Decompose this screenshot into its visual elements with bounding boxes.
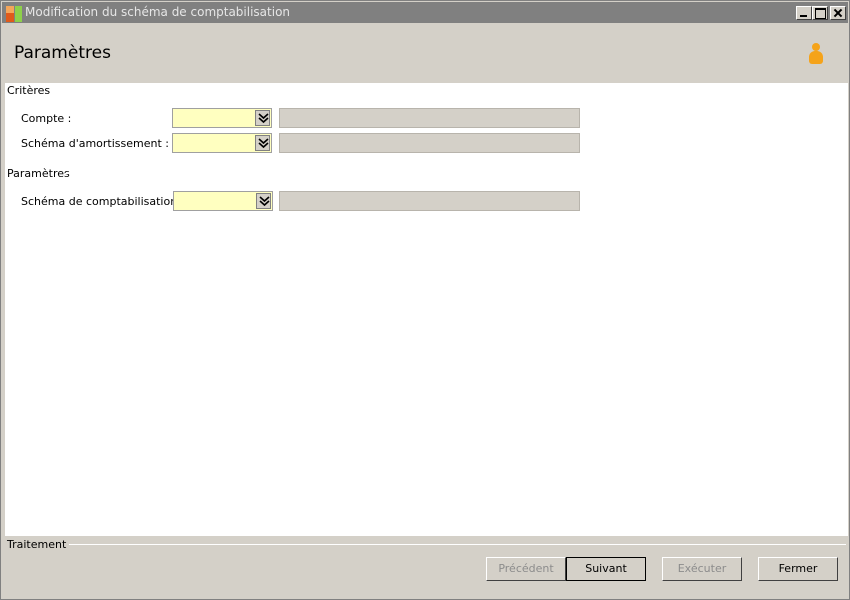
schema-comptabilisation-dropdown-button[interactable] xyxy=(256,193,271,209)
schema-amortissement-combo[interactable] xyxy=(172,133,272,153)
title-bar[interactable]: Modification du schéma de comptabilisati… xyxy=(2,2,848,23)
double-chevron-down-icon xyxy=(258,113,269,124)
schema-comptabilisation-description xyxy=(279,191,580,211)
minimize-button[interactable] xyxy=(796,6,812,20)
parameters-group-title: Paramètres xyxy=(7,167,73,180)
compte-label: Compte : xyxy=(21,112,72,125)
criteria-group-divider xyxy=(51,90,846,91)
schema-amortissement-dropdown-button[interactable] xyxy=(255,135,270,151)
user-icon xyxy=(808,43,824,65)
window-title: Modification du schéma de comptabilisati… xyxy=(25,5,291,19)
footer-panel: Traitement Précédent Suivant Exécuter Fe… xyxy=(2,536,848,599)
content-panel: Critères Compte : Schéma d'amortissement… xyxy=(5,83,848,536)
app-icon xyxy=(6,6,22,22)
close-button[interactable] xyxy=(830,6,846,20)
footer-group-divider xyxy=(62,544,846,545)
compte-dropdown-button[interactable] xyxy=(255,110,270,126)
compte-combo[interactable] xyxy=(172,108,272,128)
schema-amortissement-description xyxy=(279,133,580,153)
execute-button[interactable]: Exécuter xyxy=(662,557,742,581)
page-header: Paramètres xyxy=(2,23,848,83)
parameters-group-divider xyxy=(65,173,846,174)
page-title: Paramètres xyxy=(14,43,111,63)
maximize-button[interactable] xyxy=(812,6,828,20)
schema-comptabilisation-label: Schéma de comptabilisation : xyxy=(21,195,185,208)
double-chevron-down-icon xyxy=(258,138,269,149)
compte-description xyxy=(279,108,580,128)
previous-button[interactable]: Précédent xyxy=(486,557,566,581)
criteria-group-title: Critères xyxy=(7,84,54,97)
dialog-window: Modification du schéma de comptabilisati… xyxy=(0,0,850,600)
close-dialog-button[interactable]: Fermer xyxy=(758,557,838,581)
double-chevron-down-icon xyxy=(259,196,270,207)
schema-amortissement-label: Schéma d'amortissement : xyxy=(21,137,170,150)
schema-comptabilisation-combo[interactable] xyxy=(173,191,273,211)
footer-group-title: Traitement xyxy=(7,538,70,551)
next-button[interactable]: Suivant xyxy=(566,557,646,581)
